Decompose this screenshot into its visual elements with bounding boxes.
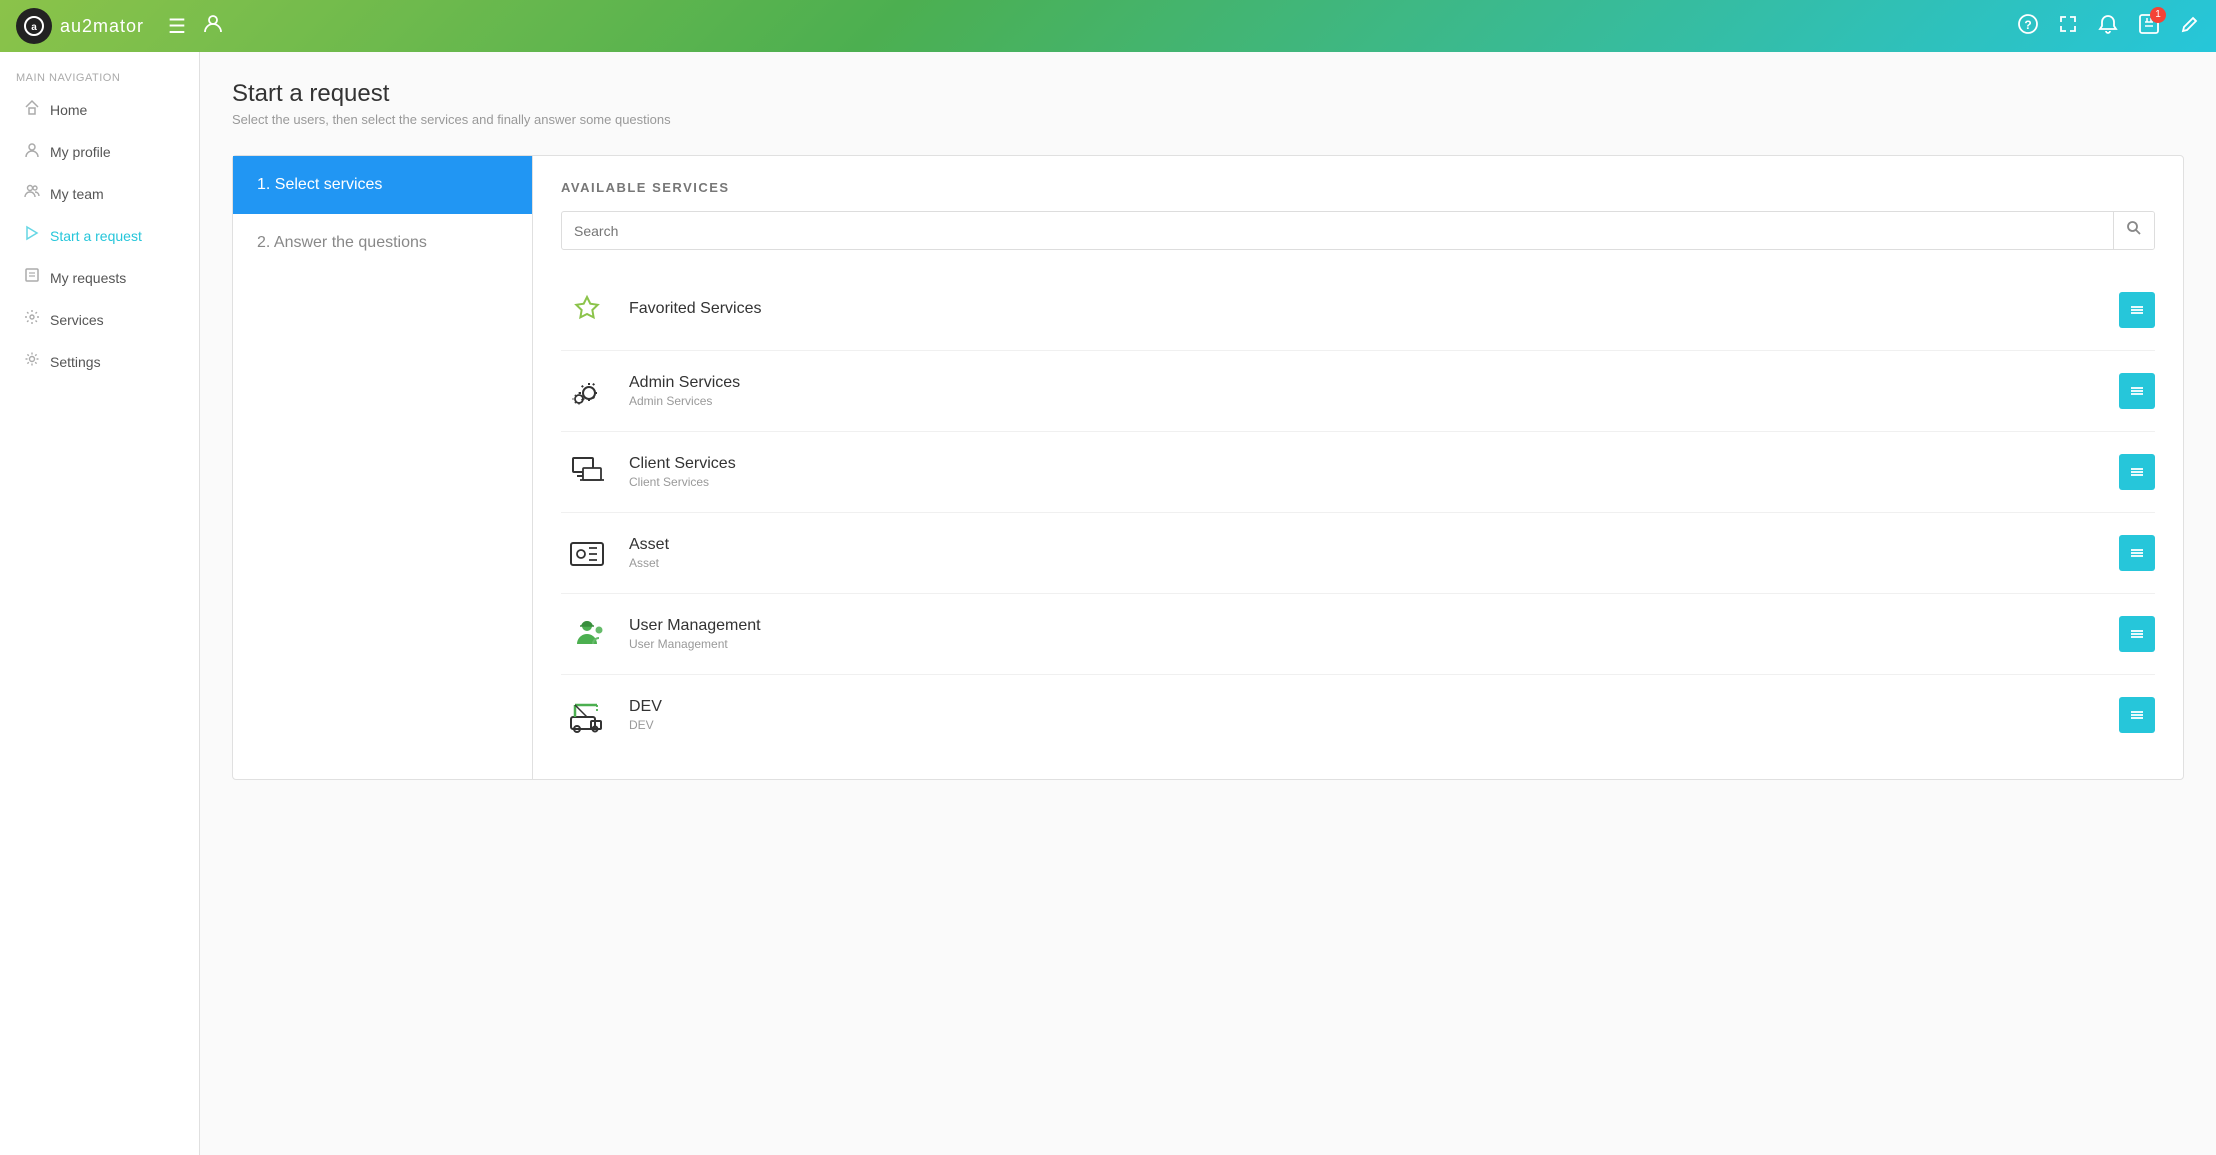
page-subtitle: Select the users, then select the servic… xyxy=(232,112,2184,127)
sidebar-item-my-team-label: My team xyxy=(50,186,104,202)
steps-panel: 1. Select services 2. Answer the questio… xyxy=(233,156,533,779)
client-icon xyxy=(561,446,613,498)
user-management-info: User Management User Management xyxy=(629,617,2119,651)
asset-name: Asset xyxy=(629,536,2119,554)
favorited-name: Favorited Services xyxy=(629,300,2119,318)
service-item-dev[interactable]: DEV DEV xyxy=(561,675,2155,755)
admin-icon xyxy=(561,365,613,417)
favorited-info: Favorited Services xyxy=(629,300,2119,320)
team-icon xyxy=(24,183,40,204)
service-item-client[interactable]: Client Services Client Services xyxy=(561,432,2155,513)
profile-icon xyxy=(24,141,40,162)
client-info: Client Services Client Services xyxy=(629,455,2119,489)
admin-desc: Admin Services xyxy=(629,394,2119,408)
sidebar-item-my-requests[interactable]: My requests xyxy=(8,257,191,298)
sidebar-item-home-label: Home xyxy=(50,102,87,118)
step-1-number: 1. xyxy=(257,176,270,193)
dev-select-btn[interactable] xyxy=(2119,697,2155,733)
user-management-name: User Management xyxy=(629,617,2119,635)
requests-icon xyxy=(24,267,40,288)
sidebar-item-my-requests-label: My requests xyxy=(50,270,126,286)
header-user-icon[interactable] xyxy=(202,12,224,40)
sidebar-item-services[interactable]: Services xyxy=(8,299,191,340)
edit-icon[interactable] xyxy=(2180,14,2200,39)
client-name: Client Services xyxy=(629,455,2119,473)
sidebar-item-start-request-label: Start a request xyxy=(50,228,142,244)
step-1[interactable]: 1. Select services xyxy=(233,156,532,214)
expand-icon[interactable] xyxy=(2058,14,2078,39)
search-input[interactable] xyxy=(562,215,2113,247)
content-area: Start a request Select the users, then s… xyxy=(200,52,2216,1155)
user-management-desc: User Management xyxy=(629,637,2119,651)
sidebar-item-services-label: Services xyxy=(50,312,104,328)
asset-icon xyxy=(561,527,613,579)
step-2[interactable]: 2. Answer the questions xyxy=(233,214,532,272)
svg-text:a: a xyxy=(31,22,37,33)
client-select-btn[interactable] xyxy=(2119,454,2155,490)
services-header: AVAILABLE SERVICES xyxy=(561,180,2155,195)
logo-text: au2mator xyxy=(60,16,144,37)
play-icon xyxy=(24,225,40,246)
app-header: a au2mator ☰ ? xyxy=(0,0,2216,52)
favorited-select-btn[interactable] xyxy=(2119,292,2155,328)
sidebar-item-start-a-request[interactable]: Start a request xyxy=(8,215,191,256)
favorited-icon xyxy=(561,284,613,336)
user-management-icon xyxy=(561,608,613,660)
step-1-label: Select services xyxy=(275,176,383,193)
sidebar: Main Navigation Home My profile xyxy=(0,52,200,1155)
request-container: 1. Select services 2. Answer the questio… xyxy=(232,155,2184,780)
asset-desc: Asset xyxy=(629,556,2119,570)
step-2-number: 2. xyxy=(257,234,270,251)
sidebar-item-home[interactable]: Home xyxy=(8,89,191,130)
cart-icon[interactable]: 1 xyxy=(2138,13,2160,40)
client-desc: Client Services xyxy=(629,475,2119,489)
asset-select-btn[interactable] xyxy=(2119,535,2155,571)
user-management-select-btn[interactable] xyxy=(2119,616,2155,652)
admin-select-btn[interactable] xyxy=(2119,373,2155,409)
sidebar-item-settings-label: Settings xyxy=(50,354,101,370)
dev-icon-wrap xyxy=(561,689,613,741)
services-icon xyxy=(24,309,40,330)
service-item-user-management[interactable]: User Management User Management xyxy=(561,594,2155,675)
search-button[interactable] xyxy=(2113,212,2154,249)
page-title: Start a request xyxy=(232,80,2184,108)
sidebar-item-settings[interactable]: Settings xyxy=(8,341,191,382)
service-item-asset[interactable]: Asset Asset xyxy=(561,513,2155,594)
asset-info: Asset Asset xyxy=(629,536,2119,570)
dev-info: DEV DEV xyxy=(629,698,2119,732)
logo-icon: a xyxy=(16,8,52,44)
sidebar-item-my-team[interactable]: My team xyxy=(8,173,191,214)
bell-icon[interactable] xyxy=(2098,14,2118,39)
menu-toggle-icon[interactable]: ☰ xyxy=(168,14,186,39)
header-actions: ? 1 xyxy=(2018,13,2200,40)
services-panel: AVAILABLE SERVICES xyxy=(533,156,2183,779)
step-2-label: Answer the questions xyxy=(274,234,427,251)
home-icon xyxy=(24,99,40,120)
help-icon[interactable]: ? xyxy=(2018,14,2038,39)
settings-icon xyxy=(24,351,40,372)
admin-info: Admin Services Admin Services xyxy=(629,374,2119,408)
dev-desc: DEV xyxy=(629,718,2119,732)
cart-badge: 1 xyxy=(2150,7,2166,23)
service-item-admin[interactable]: Admin Services Admin Services xyxy=(561,351,2155,432)
admin-name: Admin Services xyxy=(629,374,2119,392)
service-item-favorited[interactable]: Favorited Services xyxy=(561,270,2155,351)
sidebar-section-label: Main Navigation xyxy=(0,64,199,88)
sidebar-item-my-profile-label: My profile xyxy=(50,144,111,160)
sidebar-item-my-profile[interactable]: My profile xyxy=(8,131,191,172)
svg-text:?: ? xyxy=(2024,18,2031,32)
search-bar xyxy=(561,211,2155,250)
dev-name: DEV xyxy=(629,698,2119,716)
logo[interactable]: a au2mator xyxy=(16,8,144,44)
main-layout: Main Navigation Home My profile xyxy=(0,52,2216,1155)
